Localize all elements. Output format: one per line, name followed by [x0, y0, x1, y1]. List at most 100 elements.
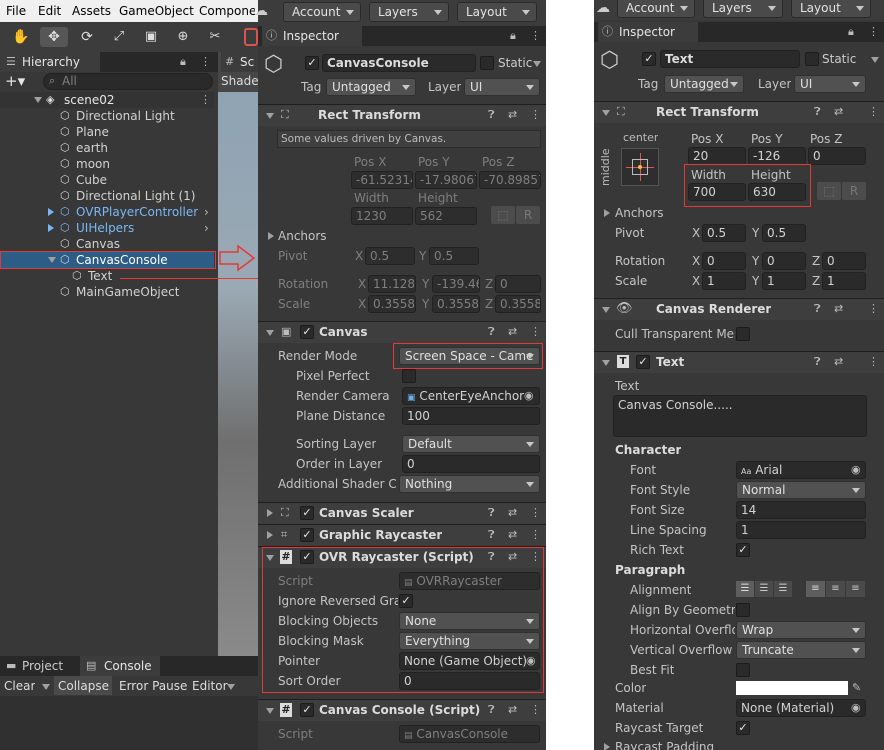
material-field[interactable]: None (Material) [736, 699, 866, 717]
right-blueprint-button[interactable]: ⬚ [817, 182, 841, 200]
sorting-layer-dropdown[interactable]: Default [402, 435, 540, 453]
transform-tool-icon[interactable]: ⊕ [170, 27, 196, 47]
best-fit-checkbox[interactable] [736, 663, 750, 677]
scene-row[interactable]: ◈ scene02 ⋮ [0, 92, 214, 108]
pivot-toggle-icon[interactable] [244, 28, 258, 46]
raycast-target-checkbox[interactable]: ✓ [736, 721, 750, 735]
graphic-raycaster-help-icon[interactable]: ❓︎ [488, 527, 495, 543]
editor-dropdown[interactable]: Editor [192, 678, 228, 694]
clear-button[interactable]: Clear [4, 678, 35, 694]
text-active-checkbox[interactable]: ✓ [642, 52, 656, 66]
hierarchy-row-foldout[interactable] [48, 224, 54, 232]
cloud-icon[interactable]: ☁ [254, 3, 268, 19]
canvas-scaler-foldout[interactable] [267, 509, 273, 517]
rot-x-field[interactable]: 11.128 [368, 275, 416, 293]
right-pivot-y-field[interactable]: 0.5 [762, 224, 806, 242]
right-rect-preset-icon[interactable]: ⇄ [834, 104, 843, 120]
right-posx-field[interactable]: 20 [688, 147, 746, 165]
render-camera-picker-icon[interactable]: ◉ [524, 388, 534, 404]
hierarchy-row[interactable]: ⬡ Canvas [0, 236, 214, 252]
canvas-help-icon[interactable]: ❓︎ [488, 324, 495, 340]
prefab-open-chevron-icon[interactable]: › [204, 204, 209, 220]
graphic-raycaster-preset-icon[interactable]: ⇄ [508, 527, 517, 543]
raycast-padding-foldout[interactable] [604, 743, 610, 750]
right-rect-menu-icon[interactable]: ⋮ [868, 104, 879, 120]
text-layer-dropdown[interactable]: UI [794, 75, 866, 93]
layer-dropdown[interactable]: UI [464, 78, 540, 96]
cull-transparent-checkbox[interactable] [736, 327, 750, 341]
rotate-tool-icon[interactable]: ⟳ [74, 27, 100, 47]
inspector-left-more-icon[interactable]: ⋮ [530, 28, 541, 44]
height-field[interactable]: 562 [415, 207, 477, 225]
canvas-scaler-preset-icon[interactable]: ⇄ [508, 505, 517, 521]
inspector-left-lock-icon[interactable]: 🔒︎ [510, 28, 516, 44]
right-pivot-x-field[interactable]: 0.5 [702, 224, 746, 242]
hierarchy-row[interactable]: ⬡ Text [0, 268, 214, 284]
clear-dropdown-icon[interactable] [42, 684, 50, 690]
inspector-right-more-icon[interactable]: ⋮ [868, 24, 879, 40]
canvas-console-preset-icon[interactable]: ⇄ [508, 702, 517, 718]
tag-dropdown[interactable]: Untagged [326, 78, 416, 96]
right-posz-field[interactable]: 0 [808, 147, 866, 165]
canvas-preset-icon[interactable]: ⇄ [508, 324, 517, 340]
posz-field[interactable]: -70.89857 [479, 171, 541, 189]
canvas-foldout[interactable] [266, 330, 274, 336]
right-rect-help-icon[interactable]: ❓︎ [814, 104, 821, 120]
canvas-menu-icon[interactable]: ⋮ [530, 324, 541, 340]
canvas-console-checkbox[interactable]: ✓ [300, 703, 314, 717]
anchor-preset-button[interactable] [621, 148, 659, 186]
material-picker-icon[interactable]: ◉ [851, 700, 861, 716]
scale-x-field[interactable]: 0.3558 [368, 295, 416, 313]
horizontal-overflow-dropdown[interactable]: Wrap [736, 621, 866, 639]
right-rect-foldout[interactable] [602, 110, 610, 116]
hierarchy-row[interactable]: ⬡ Plane [0, 124, 214, 140]
layers-dropdown[interactable]: Layers [369, 2, 449, 22]
right-anchors-foldout[interactable] [604, 209, 610, 217]
align-geometry-checkbox[interactable] [736, 603, 750, 617]
canvas-console-menu-icon[interactable]: ⋮ [530, 702, 541, 718]
static-dropdown-icon[interactable] [533, 61, 541, 67]
shader-channels-dropdown[interactable]: Nothing [399, 475, 540, 493]
canvas-renderer-foldout[interactable] [602, 307, 610, 313]
menu-edit[interactable]: Edit [38, 3, 61, 19]
scene-menu-icon[interactable]: ⋮ [200, 92, 211, 108]
hierarchy-row[interactable]: ⬡ Directional Light [0, 108, 214, 124]
align-top-button[interactable]: ≡ [806, 581, 825, 597]
width-field[interactable]: 1230 [351, 207, 413, 225]
prefab-open-chevron-icon[interactable]: › [204, 220, 209, 236]
hand-tool-icon[interactable]: ✋ [8, 27, 34, 47]
right-posy-field[interactable]: -126 [748, 147, 806, 165]
align-center-button[interactable]: ☰ [755, 581, 773, 597]
canvas-scaler-menu-icon[interactable]: ⋮ [530, 505, 541, 521]
account-dropdown-right[interactable]: Account [617, 0, 695, 18]
canvas-console-script-field[interactable]: ▤ CanvasConsole [399, 725, 540, 743]
create-add-button[interactable]: +▾ [5, 73, 25, 89]
object-name-field[interactable]: CanvasConsole [322, 54, 476, 72]
vertical-overflow-dropdown[interactable]: Truncate [736, 641, 866, 659]
eyedropper-icon[interactable]: ✎ [852, 680, 861, 696]
canvas-scaler-help-icon[interactable]: ❓︎ [488, 505, 495, 521]
posx-field[interactable]: -61.52314 [351, 171, 413, 189]
align-bottom-button[interactable]: ≡ [846, 581, 865, 597]
text-component-foldout[interactable] [602, 360, 610, 366]
canvas-renderer-preset-icon[interactable]: ⇄ [834, 301, 843, 317]
rot-z-field[interactable]: 0 [495, 275, 541, 293]
text-help-icon[interactable]: ❓︎ [814, 354, 821, 370]
canvas-console-foldout[interactable] [266, 708, 274, 714]
layers-dropdown-right[interactable]: Layers [703, 0, 783, 18]
hierarchy-row[interactable]: ⬡ OVRPlayerController › [0, 204, 214, 220]
menu-file[interactable]: File [6, 3, 26, 19]
inspector-right-lock-icon[interactable]: 🔒︎ [848, 24, 854, 40]
graphic-raycaster-menu-icon[interactable]: ⋮ [530, 527, 541, 543]
pixel-perfect-checkbox[interactable] [402, 369, 416, 383]
pivot-x-field[interactable]: 0.5 [365, 247, 415, 265]
shading-mode-label[interactable]: Shade [221, 73, 259, 89]
align-right-button[interactable]: ☰ [774, 581, 792, 597]
rot-y-field[interactable]: -139.46 [432, 275, 480, 293]
align-left-button[interactable]: ☰ [736, 581, 754, 597]
scale-z-field[interactable]: 0.3558 [495, 295, 541, 313]
canvas-enabled-checkbox[interactable]: ✓ [300, 325, 314, 339]
cloud-icon-right[interactable]: ☁ [596, 0, 610, 16]
right-scale-y-field[interactable]: 1 [762, 272, 806, 290]
right-raw-edit-button[interactable]: R [842, 182, 866, 200]
